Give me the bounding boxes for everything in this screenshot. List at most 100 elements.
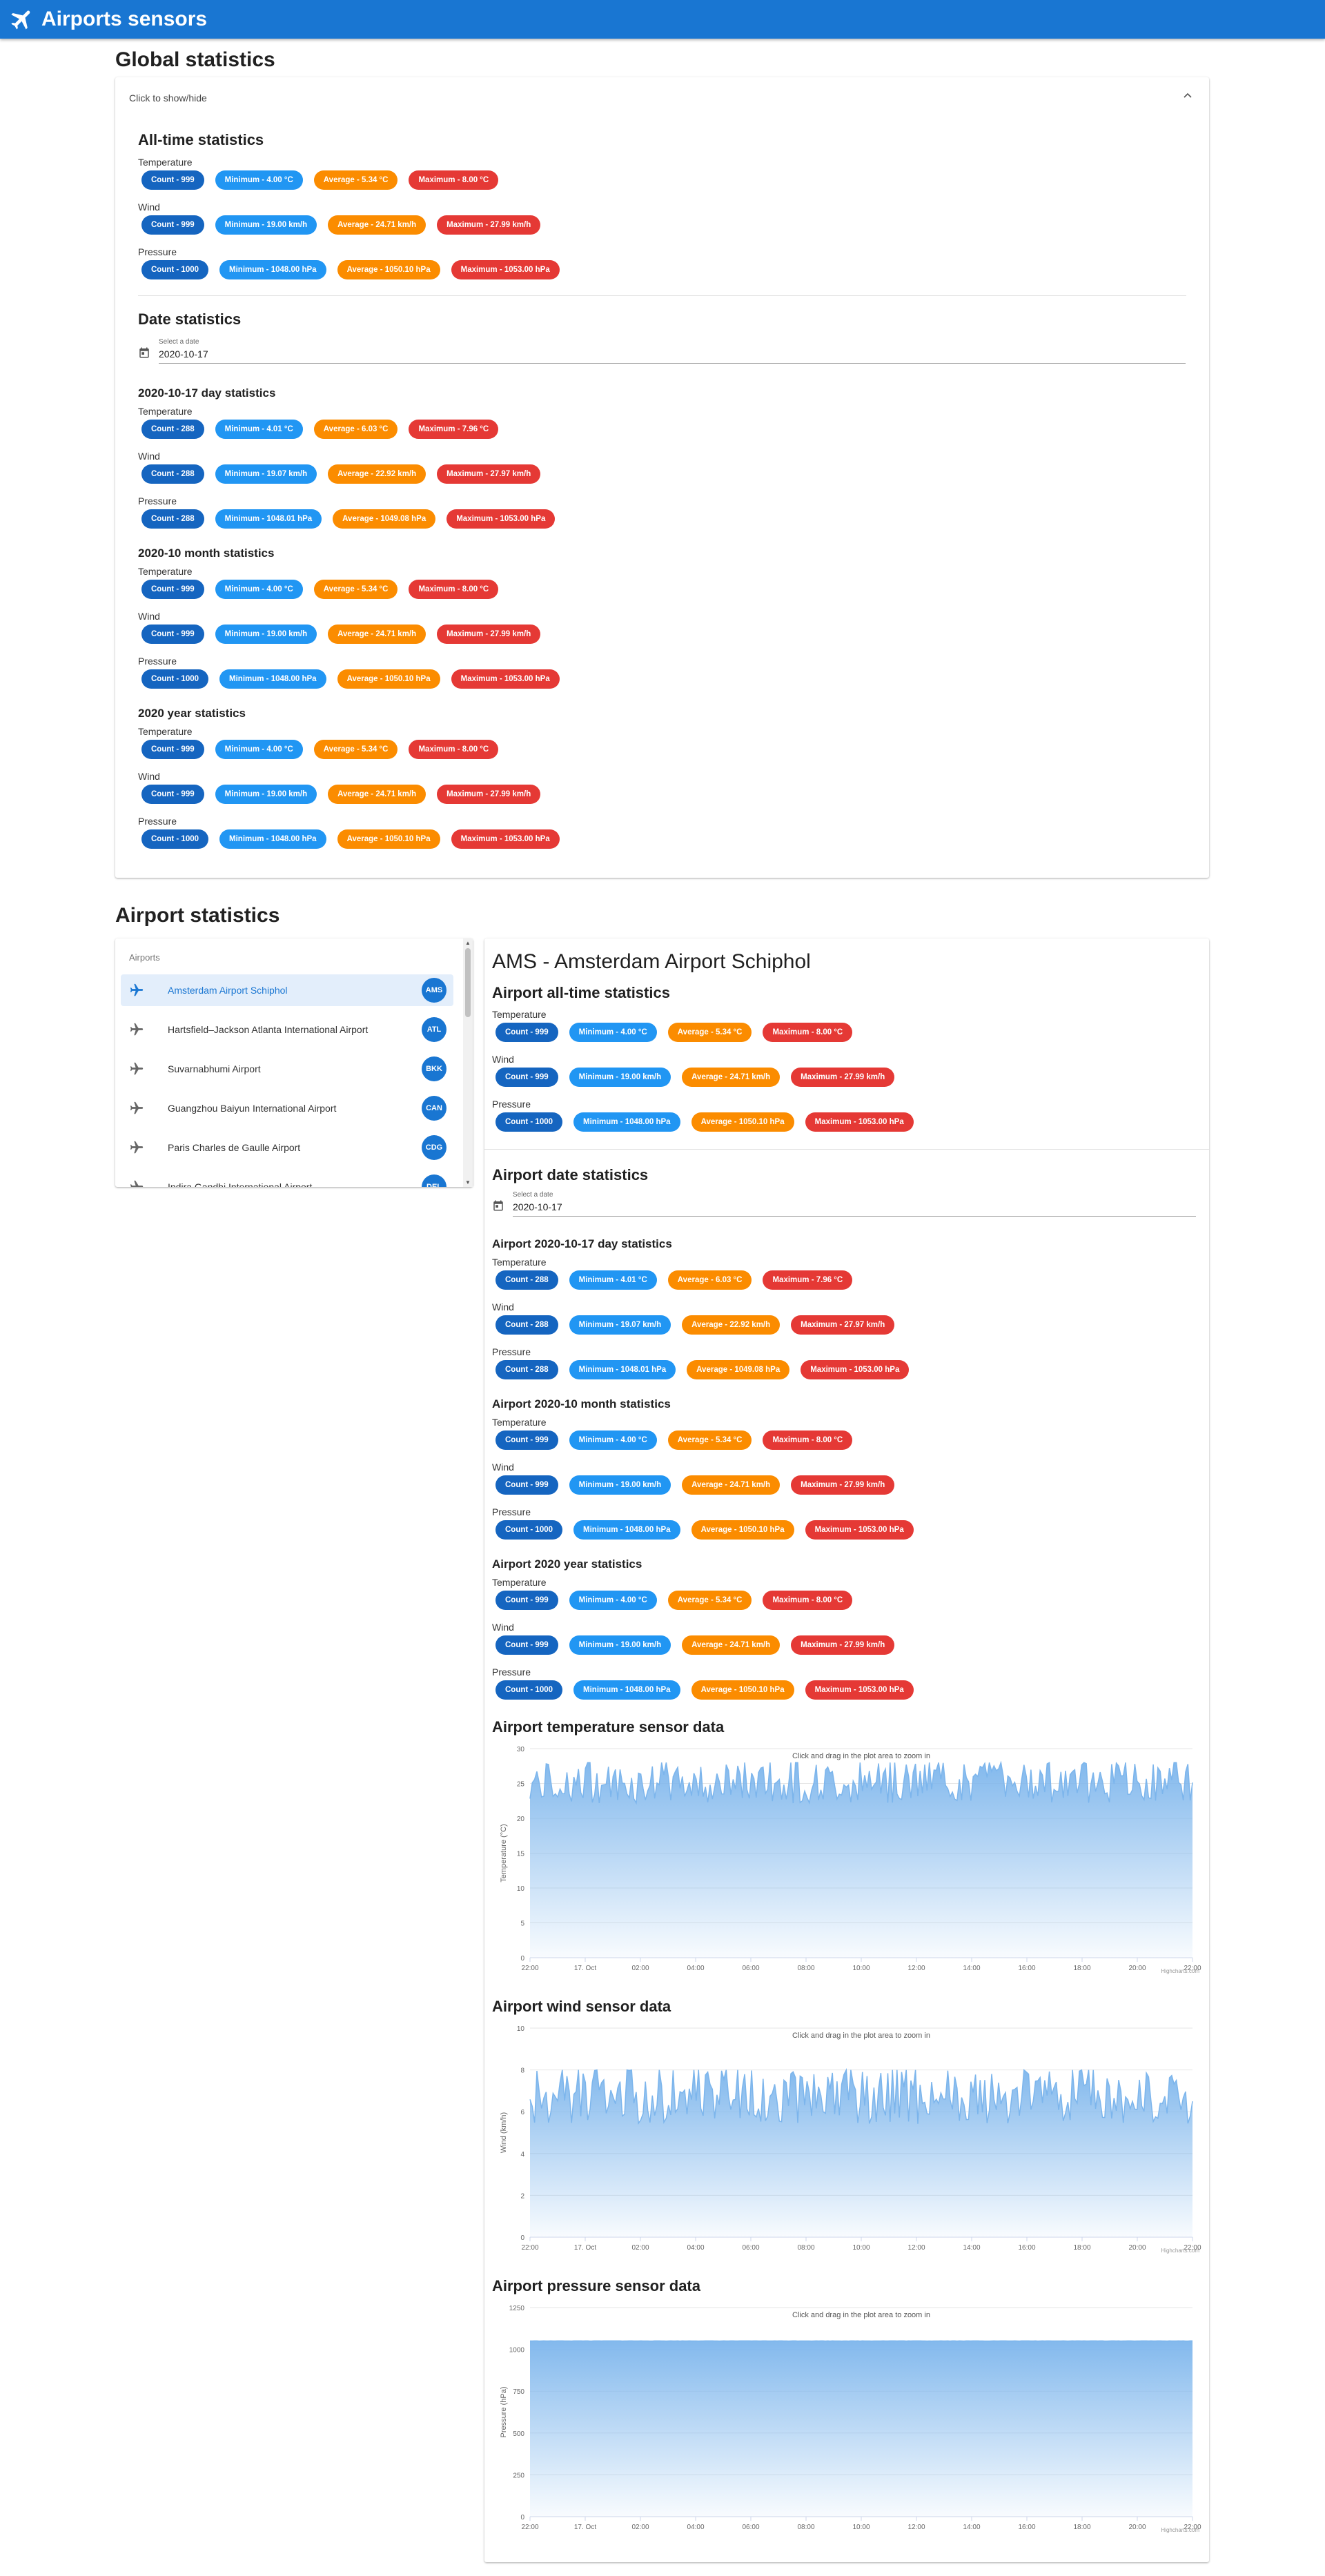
date-picker-label: Select a date bbox=[159, 338, 199, 346]
minimum-chip: Minimum - 1048.00 hPa bbox=[219, 260, 326, 279]
count-chip: Count - 288 bbox=[141, 420, 204, 439]
maximum-chip: Maximum - 1053.00 hPa bbox=[801, 1360, 910, 1379]
minimum-chip: Minimum - 19.00 km/h bbox=[569, 1475, 671, 1495]
metric-chips: Count - 1000 Minimum - 1048.00 hPa Average… bbox=[141, 260, 560, 279]
chip-text: Average - 1050.10 hPa bbox=[346, 675, 431, 683]
chip-text: Count - 1000 bbox=[151, 266, 199, 274]
chip-text: Count - 1000 bbox=[151, 835, 199, 843]
metric-chips: Count - 999 Minimum - 19.00 km/h Average -… bbox=[141, 215, 541, 235]
chart-subtitle: Click and drag in the plot area to zoom … bbox=[792, 2032, 930, 2040]
metric-chips: Count - 999 Minimum - 19.00 km/h Average -… bbox=[495, 1068, 895, 1087]
stat-block-title: 2020 year statistics bbox=[138, 707, 246, 720]
count-chip: Count - 1000 bbox=[141, 829, 209, 849]
maximum-chip: Maximum - 27.99 km/h bbox=[791, 1635, 895, 1655]
divider bbox=[138, 295, 1186, 296]
count-chip: Count - 999 bbox=[495, 1475, 558, 1495]
maximum-chip: Maximum - 8.00 °C bbox=[409, 580, 499, 599]
airport-list-viewport: Airports Amsterdam Airport Schiphol AMS Ha… bbox=[115, 938, 473, 1187]
airport-list-item[interactable]: Amsterdam Airport Schiphol AMS bbox=[121, 974, 453, 1006]
airplane-icon bbox=[130, 1023, 144, 1036]
average-chip: Average - 1050.10 hPa bbox=[691, 1520, 794, 1540]
x-tick-label: 02:00 bbox=[631, 1965, 649, 1972]
airport-list-item[interactable]: Paris Charles de Gaulle Airport CDG bbox=[121, 1132, 453, 1163]
metric-label: Temperature bbox=[138, 157, 193, 168]
x-tick-label: 12:00 bbox=[907, 1965, 925, 1972]
pressure-chart[interactable]: 0 250 500 750 1000 1250 Pressure (hPa) Click an… bbox=[492, 2299, 1203, 2534]
metric-chips: Count - 288 Minimum - 19.07 km/h Average -… bbox=[495, 1315, 895, 1335]
x-tick-label: 22:00 bbox=[521, 2524, 538, 2531]
chart-svg[interactable]: 0 5 10 15 20 25 30 Temperature (°C) Click and dr… bbox=[492, 1740, 1203, 1975]
wind-chart-title: Airport wind sensor data bbox=[492, 1998, 671, 2015]
chip-text: Minimum - 4.01 °C bbox=[578, 1276, 647, 1284]
average-chip: Average - 24.71 km/h bbox=[682, 1068, 781, 1087]
airport-name: Indira Gandhi International Airport bbox=[168, 1181, 313, 1187]
scrollbar-thumb[interactable] bbox=[465, 948, 471, 1017]
chip-text: Maximum - 8.00 °C bbox=[418, 176, 489, 184]
temperature-chart[interactable]: 0 5 10 15 20 25 30 Temperature (°C) Click and dr… bbox=[492, 1740, 1203, 1975]
airport-list-item[interactable]: Indira Gandhi International Airport DEL bbox=[121, 1171, 453, 1187]
chart-svg[interactable]: 0 2 4 6 8 10 Wind (km/h) Click and drag in the … bbox=[492, 2020, 1203, 2254]
calendar-icon bbox=[493, 1200, 503, 1211]
show-hide-toggle[interactable]: Click to show/hide bbox=[129, 92, 207, 104]
chip-text: Count - 288 bbox=[505, 1276, 549, 1284]
chip-text: Maximum - 1053.00 hPa bbox=[456, 515, 546, 523]
airport-name: Amsterdam Airport Schiphol bbox=[168, 985, 288, 996]
x-tick-label: 14:00 bbox=[963, 2244, 980, 2252]
wind-chart[interactable]: 0 2 4 6 8 10 Wind (km/h) Click and drag in the … bbox=[492, 2020, 1203, 2254]
minimum-chip: Minimum - 1048.00 hPa bbox=[219, 669, 326, 689]
chip-text: Minimum - 4.00 °C bbox=[224, 176, 293, 184]
airport-list-item[interactable]: Guangzhou Baiyun International Airport CA… bbox=[121, 1092, 453, 1124]
stat-block-title: 2020-10-17 day statistics bbox=[138, 386, 276, 400]
airport-statistics-title: Airport statistics bbox=[115, 904, 280, 927]
minimum-chip: Minimum - 1048.00 hPa bbox=[219, 829, 326, 849]
global-statistics-title: Global statistics bbox=[115, 48, 275, 71]
chip-text: Count - 999 bbox=[151, 221, 195, 229]
date-picker[interactable]: Select a date 2020-10-17 bbox=[138, 338, 1186, 366]
airport-list-item[interactable]: Hartsfield–Jackson Atlanta International… bbox=[121, 1014, 453, 1045]
chip-text: Minimum - 1048.00 hPa bbox=[229, 835, 317, 843]
chip-text: Count - 999 bbox=[505, 1436, 549, 1444]
metric-label: Temperature bbox=[138, 406, 193, 417]
date-picker-value: 2020-10-17 bbox=[159, 348, 208, 360]
calendar-icon bbox=[139, 347, 149, 358]
chip-text: Minimum - 19.00 km/h bbox=[224, 630, 308, 638]
maximum-chip: Maximum - 1053.00 hPa bbox=[451, 829, 560, 849]
chip-text: Minimum - 19.00 km/h bbox=[578, 1073, 662, 1081]
airport-list-item[interactable]: Suvarnabhumi Airport BKK bbox=[121, 1053, 453, 1085]
chevron-up-icon[interactable] bbox=[1183, 91, 1192, 104]
y-tick-label: 25 bbox=[517, 1781, 525, 1789]
x-tick-label: 14:00 bbox=[963, 2524, 980, 2531]
chip-text: Average - 24.71 km/h bbox=[691, 1073, 771, 1081]
airplane-icon bbox=[130, 1180, 144, 1187]
minimum-chip: Minimum - 1048.00 hPa bbox=[573, 1680, 680, 1700]
list-scrollbar[interactable]: ▲ ▼ bbox=[463, 938, 473, 1187]
chip-text: Average - 5.34 °C bbox=[323, 176, 389, 184]
airport-list-header: Airports bbox=[129, 952, 160, 963]
minimum-chip: Minimum - 4.01 °C bbox=[215, 420, 303, 439]
metric-label: Temperature bbox=[138, 566, 193, 577]
chip-text: Maximum - 27.99 km/h bbox=[801, 1073, 885, 1081]
metric-chips: Count - 999 Minimum - 19.00 km/h Average -… bbox=[141, 785, 541, 804]
airport-name: Suvarnabhumi Airport bbox=[168, 1063, 261, 1074]
chip-text: Average - 24.71 km/h bbox=[337, 221, 417, 229]
average-chip: Average - 24.71 km/h bbox=[328, 215, 426, 235]
airport-date-picker[interactable]: Select a date 2020-10-17 bbox=[492, 1191, 1196, 1219]
chip-text: Maximum - 27.99 km/h bbox=[446, 790, 531, 798]
scroll-up-icon[interactable]: ▲ bbox=[463, 940, 473, 946]
y-tick-label: 0 bbox=[520, 2234, 524, 2242]
metric-label: Wind bbox=[492, 1462, 514, 1473]
chip-text: Maximum - 27.99 km/h bbox=[446, 221, 531, 229]
chart-svg[interactable]: 0 250 500 750 1000 1250 Pressure (hPa) Click an… bbox=[492, 2299, 1203, 2534]
date-picker-underline bbox=[513, 1216, 1196, 1217]
metric-chips: Count - 1000 Minimum - 1048.00 hPa Average… bbox=[495, 1112, 914, 1132]
chip-text: Maximum - 7.96 °C bbox=[418, 425, 489, 433]
x-tick-label: 18:00 bbox=[1073, 2244, 1090, 2252]
chip-text: Maximum - 27.97 km/h bbox=[446, 470, 531, 478]
metric-label: Temperature bbox=[138, 726, 193, 737]
metric-chips: Count - 999 Minimum - 4.00 °C Average - 5.… bbox=[495, 1591, 853, 1610]
scroll-down-icon[interactable]: ▼ bbox=[463, 1179, 473, 1186]
x-tick-label: 02:00 bbox=[631, 2524, 649, 2531]
chart-credits: Highcharts.com bbox=[1161, 1968, 1199, 1974]
chip-text: Maximum - 27.97 km/h bbox=[801, 1321, 885, 1329]
chip-text: Maximum - 8.00 °C bbox=[772, 1436, 843, 1444]
